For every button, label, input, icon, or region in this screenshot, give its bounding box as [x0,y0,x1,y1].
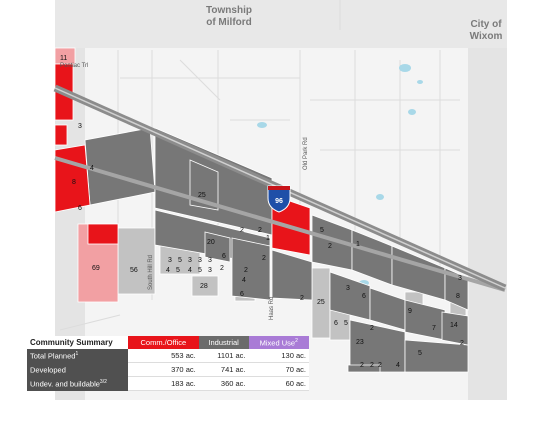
parcel-label: 2 [460,340,464,347]
parcel-label: 3 [168,257,172,264]
parcel-label: 4 [242,277,246,284]
parcel-label: 4 [396,362,400,369]
value-cell: 1101 ac. [198,349,249,363]
value-cell: 553 ac. [128,349,199,363]
parcel-label: 3 [78,123,82,130]
value-cell: 183 ac. [128,376,199,391]
parcel-label: 2 [240,227,244,234]
value-cell: 370 ac. [128,362,199,377]
parcel-label: 20 [207,239,215,246]
interstate-number: 96 [275,198,283,205]
parcel-label: 3 [208,267,212,274]
summary-row: Undev. and buildable3/2 183 ac. 360 ac. … [27,376,309,391]
road-label-pontiac: Pontiac Trl [60,63,88,69]
header-mixed-use-sup: 2 [295,337,298,344]
row-label-developed: Developed [27,362,128,377]
row-label-text: Developed [30,365,66,375]
parcel-label: 3 [458,275,462,282]
road-label-haas: Haas Rd [269,297,275,320]
value-cell: 741 ac. [198,362,249,377]
row-label-sup: 3/2 [99,378,107,385]
parcel-label: 56 [130,267,138,274]
road-label-old-park: Old Park Rd [303,137,309,170]
parcel-label: 2 [328,243,332,250]
parcel-label: 2 [220,265,224,272]
parcel-label: 2 [370,325,374,332]
parcel-label: 11 [60,55,67,62]
row-label-sup: 1 [75,351,79,357]
parcel-label: 4 [188,267,192,274]
parcel-label: 28 [200,283,208,290]
header-industrial: Industrial [198,336,249,349]
parcel-label: 5 [344,320,348,327]
township-label-2: of Milford [206,17,252,28]
parcel-label: 1 [266,235,270,242]
parcel-label: 4 [166,267,170,274]
wixom-strip [468,0,507,400]
parcel-label: 6 [362,293,366,300]
parcel-label: 3 [198,257,202,264]
parcel-label: 3 [346,285,350,292]
road-label-south-hill: South Hill Rd [148,255,154,290]
city-label-1: City of [470,19,502,30]
parcel-label: 23 [356,339,364,346]
parcel-label: 25 [317,299,325,306]
parcel-label: 5 [418,350,422,357]
header-mixed-use: Mixed Use2 [248,336,309,349]
city-label-2: Wixom [470,31,503,42]
map-stage: 96 Township of Milford City of Wixom Pon… [0,0,540,430]
value-cell: 70 ac. [248,362,309,377]
parcel-label: 3 [188,257,192,264]
parcel-label: 69 [92,265,100,272]
parcel-label: 14 [450,322,458,329]
summary-title: Community Summary [30,337,113,347]
parcel-label: 4 [90,165,94,172]
parcel-label: 2 [360,362,364,369]
parcel-label: 5 [198,267,202,274]
parcel-label: 9 [408,308,412,315]
parcel-label: 25 [198,192,206,199]
row-label-total: Total Planned1 [27,349,128,363]
row-label-undeveloped: Undev. and buildable3/2 [27,376,128,391]
summary-header-row: Community Summary Comm./Office Industria… [27,336,309,349]
parcel-label: 3 [208,257,212,264]
header-mixed-use-label: Mixed Use [259,338,296,348]
parcel-label: 6 [78,205,82,212]
parcel-label: 5 [320,227,324,234]
row-label-text: Undev. and buildable [30,379,100,389]
parcel-label: 7 [432,325,436,332]
summary-table: Community Summary Comm./Office Industria… [27,336,309,391]
parcel-label: 2 [300,295,304,302]
milford-strip [55,0,507,48]
parcel-label: 1 [356,241,360,248]
parcel-label: 6 [222,253,226,260]
parcel-label: 2 [370,362,374,369]
parcel-label: 5 [176,267,180,274]
summary-row: Developed 370 ac. 741 ac. 70 ac. [27,362,309,377]
parcel-label: 8 [72,179,76,186]
parcel-label: 6 [334,320,338,327]
header-comm-office: Comm./Office [128,336,199,349]
township-label-1: Township [206,5,252,16]
parcel-label: 2 [378,362,382,369]
summary-row: Total Planned1 553 ac. 1101 ac. 130 ac. [27,349,309,363]
parcel-label: 6 [240,291,244,298]
value-cell: 60 ac. [248,376,309,391]
value-cell: 360 ac. [198,376,249,391]
parcel-label: 2 [258,227,262,234]
parcel-label: 8 [456,293,460,300]
parcel-label: 2 [244,267,248,274]
parcel-label: 2 [262,255,266,262]
row-label-text: Total Planned [30,351,76,361]
parcel-label: 5 [178,257,182,264]
value-cell: 130 ac. [248,349,309,363]
community-summary: Community Summary Comm./Office Industria… [27,336,309,391]
